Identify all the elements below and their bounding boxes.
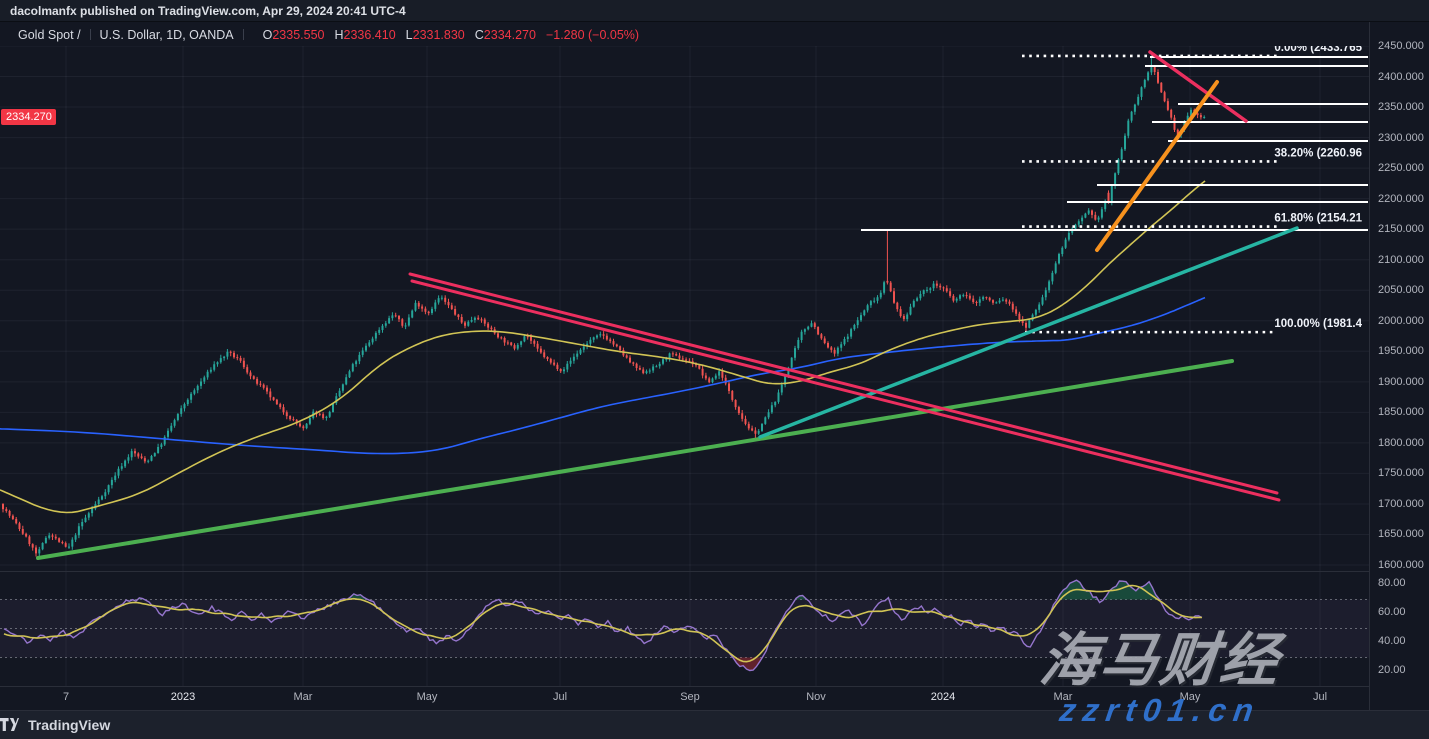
time-axis-label: May xyxy=(1180,691,1201,703)
symbol-title-part2[interactable]: U.S. Dollar, 1D, OANDA xyxy=(100,28,234,42)
legend-separator xyxy=(243,29,244,40)
price-axis-label: 1600.000 xyxy=(1378,559,1424,571)
ohlc-value: 2331.830 xyxy=(413,28,465,42)
trendline-green-support xyxy=(38,361,1232,558)
ohlc-key: O xyxy=(263,28,273,42)
price-axis-label: 2200.000 xyxy=(1378,193,1424,205)
ohlc-value: 2336.410 xyxy=(344,28,396,42)
time-axis-label: 2023 xyxy=(171,691,195,703)
chart-region[interactable]: Gold Spot / U.S. Dollar, 1D, OANDA O2335.5… xyxy=(0,22,1429,710)
time-axis-label: Nov xyxy=(806,691,826,703)
price-axis-label: 1850.000 xyxy=(1378,406,1424,418)
rsi-pane[interactable] xyxy=(0,571,1369,686)
price-axis-label: 2350.000 xyxy=(1378,101,1424,113)
rsi-axis-label: 40.00 xyxy=(1378,635,1406,647)
price-axis-label: 1650.000 xyxy=(1378,528,1424,540)
fib-level-label: 61.80% (2154.21 xyxy=(1274,213,1362,225)
symbol-title-part1[interactable]: Gold Spot / xyxy=(18,28,81,42)
tradingview-published-chart: dacolmanfx published on TradingView.com,… xyxy=(0,0,1429,739)
fib-level-label: 0.00% (2433.765 xyxy=(1274,46,1362,54)
rsi-axis-label: 20.00 xyxy=(1378,664,1406,676)
ohlc-key: H xyxy=(335,28,344,42)
rsi-axis-label: 80.00 xyxy=(1378,577,1406,589)
candle-wicks-up xyxy=(39,56,1204,556)
chart-legend[interactable]: Gold Spot / U.S. Dollar, 1D, OANDA O2335.5… xyxy=(18,28,639,42)
fib-level-label: 38.20% (2260.96 xyxy=(1274,147,1362,159)
price-axis-label: 2000.000 xyxy=(1378,315,1424,327)
price-axis-label: 2250.000 xyxy=(1378,162,1424,174)
price-axis-label: 2400.000 xyxy=(1378,71,1424,83)
fib-level-label: 100.00% (1981.4 xyxy=(1274,318,1362,330)
price-axis-label: 2150.000 xyxy=(1378,223,1424,235)
change-value: −1.280 (−0.05%) xyxy=(546,28,639,42)
time-axis-label: Jul xyxy=(1313,691,1327,703)
time-axis[interactable]: 7 2023 Mar May Jul Sep Nov 2024 Mar May Jul xyxy=(0,686,1370,711)
time-axis-label: Mar xyxy=(294,691,313,703)
trendline-pink-channel-b xyxy=(412,281,1279,500)
price-axis-label: 1900.000 xyxy=(1378,376,1424,388)
tradingview-wordmark: TradingView xyxy=(28,717,110,733)
time-axis-label: Jul xyxy=(553,691,567,703)
time-axis-label: 2024 xyxy=(931,691,955,703)
price-axis-label: 1800.000 xyxy=(1378,437,1424,449)
time-axis-label: Mar xyxy=(1054,691,1073,703)
tradingview-logo-icon xyxy=(0,718,19,732)
price-axis[interactable]: 2450.000 2400.000 2350.000 2300.000 2250.000… xyxy=(1369,22,1429,710)
trendline-pink-channel-a xyxy=(410,274,1277,493)
ohlc-key: L xyxy=(406,28,413,42)
rsi-axis-label: 60.00 xyxy=(1378,606,1406,618)
candle-bodies-down xyxy=(2,67,1202,553)
price-axis-label: 2300.000 xyxy=(1378,132,1424,144)
price-axis-label: 2450.000 xyxy=(1378,40,1424,52)
publish-header: dacolmanfx published on TradingView.com,… xyxy=(0,0,1429,22)
pane-divider[interactable] xyxy=(0,571,1370,572)
time-axis-label: May xyxy=(417,691,438,703)
time-axis-label: Sep xyxy=(680,691,700,703)
bottom-bar: TradingView xyxy=(0,710,1429,739)
price-axis-label: 2100.000 xyxy=(1378,254,1424,266)
price-axis-label: 1750.000 xyxy=(1378,467,1424,479)
tradingview-link[interactable]: TradingView xyxy=(28,717,110,733)
price-axis-label: 1950.000 xyxy=(1378,345,1424,357)
price-axis-label: 2050.000 xyxy=(1378,284,1424,296)
main-gridlines xyxy=(0,46,1369,571)
legend-separator xyxy=(90,29,91,40)
ohlc-values: O2335.550 H2336.410 L2331.830 C2334.270 xyxy=(253,28,536,42)
price-axis-label: 1700.000 xyxy=(1378,498,1424,510)
publish-line: dacolmanfx published on TradingView.com,… xyxy=(10,4,406,18)
ohlc-value: 2335.550 xyxy=(272,28,324,42)
ohlc-value: 2334.270 xyxy=(484,28,536,42)
last-price-badge: 2334.270 xyxy=(1,109,56,125)
ohlc-key: C xyxy=(475,28,484,42)
candle-bodies-up xyxy=(38,67,1205,553)
time-axis-label: 7 xyxy=(63,691,69,703)
main-price-pane[interactable]: 0.00% (2433.765 38.20% (2260.96 61.80% (21… xyxy=(0,46,1369,571)
